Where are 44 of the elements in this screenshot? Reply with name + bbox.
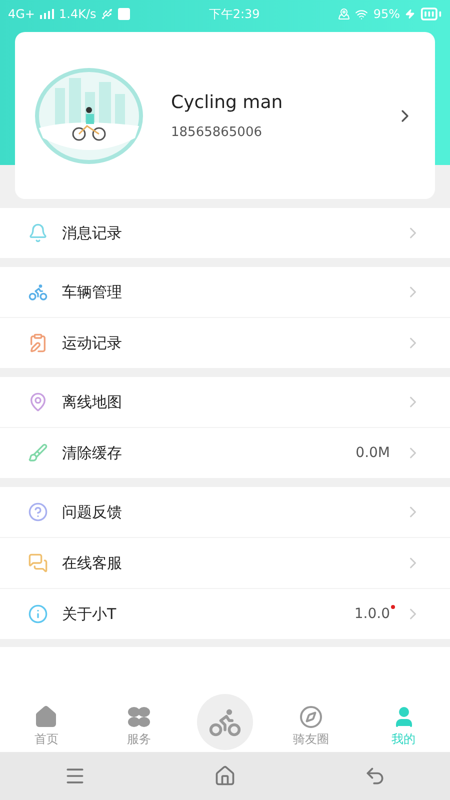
back-icon[interactable] xyxy=(364,765,386,787)
brush-icon xyxy=(28,443,48,463)
profile-card[interactable]: Cycling man 18565865006 xyxy=(15,32,435,199)
phone-number: 18565865006 xyxy=(171,124,263,140)
menu-row[interactable]: 运动记录 xyxy=(0,317,450,368)
menu-row[interactable]: 在线客服 xyxy=(0,537,450,588)
menu-label: 离线地图 xyxy=(62,392,123,412)
menu-value: 0.0M xyxy=(356,445,390,461)
chat-icon xyxy=(28,553,48,573)
usb-icon xyxy=(101,8,114,20)
bell-icon xyxy=(28,223,48,243)
battery-percent: 95% xyxy=(373,7,400,21)
home-icon[interactable] xyxy=(214,765,236,787)
charging-icon xyxy=(405,9,415,19)
clock: 下午2:39 xyxy=(208,6,260,22)
wifi-icon xyxy=(355,8,368,20)
compass-icon xyxy=(298,705,323,729)
menu-label: 消息记录 xyxy=(62,224,123,242)
menu-label: 运动记录 xyxy=(62,334,123,352)
signal-icon xyxy=(40,9,54,19)
menu-row[interactable]: 离线地图 xyxy=(0,377,450,427)
menu-row[interactable]: 关于小T 1.0.0 xyxy=(0,588,450,639)
clipboard-icon xyxy=(28,333,48,353)
home-icon xyxy=(34,705,58,729)
help-icon xyxy=(28,502,48,522)
menu-row[interactable]: 清除缓存 0.0M xyxy=(0,427,450,478)
menu-label: 车辆管理 xyxy=(62,282,123,302)
network-type: 4G+ xyxy=(8,7,35,21)
user-name: Cycling man xyxy=(171,92,284,112)
menu-value: 1.0.0 xyxy=(354,606,390,622)
location-icon xyxy=(338,8,350,20)
menu-row[interactable]: 消息记录 xyxy=(0,208,450,258)
menu-row[interactable]: 问题反馈 xyxy=(0,487,450,537)
map-pin-icon xyxy=(28,392,48,412)
menu-label: 问题反馈 xyxy=(62,502,123,522)
menu-label: 关于小T xyxy=(62,604,118,624)
menu-label: 清除缓存 xyxy=(62,444,123,462)
app-icon xyxy=(118,8,130,20)
menu-row[interactable]: 车辆管理 xyxy=(0,267,450,317)
network-speed: 1.4K/s xyxy=(59,7,96,21)
menu-label: 在线客服 xyxy=(62,554,123,572)
bike-icon xyxy=(28,282,48,302)
grid-icon xyxy=(127,705,152,729)
info-icon xyxy=(28,604,48,624)
